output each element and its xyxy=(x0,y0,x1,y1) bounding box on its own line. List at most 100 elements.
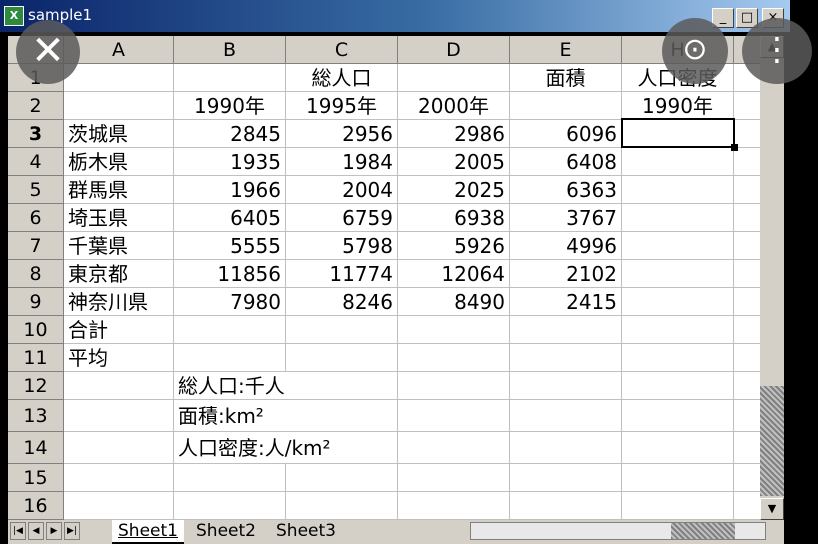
cell-x6[interactable] xyxy=(734,204,760,232)
cell-e2[interactable] xyxy=(510,92,622,120)
cell-x10[interactable] xyxy=(734,316,760,344)
cell-d3[interactable]: 2986 xyxy=(398,120,510,148)
fill-handle[interactable] xyxy=(731,144,738,151)
cell-c1[interactable]: 総人口 xyxy=(286,64,398,92)
cell-h7[interactable] xyxy=(622,232,734,260)
vertical-scroll-thumb[interactable] xyxy=(760,386,784,496)
cell-e14[interactable] xyxy=(510,432,622,464)
cell-a6[interactable]: 埼玉県 xyxy=(64,204,174,232)
cell-x15[interactable] xyxy=(734,464,760,492)
cell-h6[interactable] xyxy=(622,204,734,232)
cell-c15[interactable] xyxy=(286,464,398,492)
cell-x5[interactable] xyxy=(734,176,760,204)
cell-h11[interactable] xyxy=(622,344,734,372)
horizontal-scrollbar[interactable] xyxy=(470,522,766,540)
cell-c4[interactable]: 1984 xyxy=(286,148,398,176)
row-header-9[interactable]: 9 xyxy=(8,288,64,316)
selected-cell-h3[interactable] xyxy=(621,118,735,148)
next-sheet-icon[interactable]: ▶ xyxy=(46,522,62,540)
first-sheet-icon[interactable]: |◀ xyxy=(10,522,26,540)
cell-b15[interactable] xyxy=(174,464,286,492)
cell-x9[interactable] xyxy=(734,288,760,316)
cell-x14[interactable] xyxy=(734,432,760,464)
cell-d6[interactable]: 6938 xyxy=(398,204,510,232)
cell-h4[interactable] xyxy=(622,148,734,176)
cell-b4[interactable]: 1935 xyxy=(174,148,286,176)
tab-sheet1[interactable]: Sheet1 xyxy=(112,520,184,544)
cell-h13[interactable] xyxy=(622,400,734,432)
cell-a14[interactable] xyxy=(64,432,174,464)
cell-d1[interactable] xyxy=(398,64,510,92)
prev-sheet-icon[interactable]: ◀ xyxy=(28,522,44,540)
cell-x16[interactable] xyxy=(734,492,760,520)
cell-e10[interactable] xyxy=(510,316,622,344)
cell-b10[interactable] xyxy=(174,316,286,344)
cell-c5[interactable]: 2004 xyxy=(286,176,398,204)
cell-h5[interactable] xyxy=(622,176,734,204)
cell-c7[interactable]: 5798 xyxy=(286,232,398,260)
cell-b13[interactable]: 面積:km² xyxy=(174,400,286,432)
cell-h12[interactable] xyxy=(622,372,734,400)
cell-b9[interactable]: 7980 xyxy=(174,288,286,316)
cell-a13[interactable] xyxy=(64,400,174,432)
column-header-d[interactable]: D xyxy=(398,36,510,64)
row-header-11[interactable]: 11 xyxy=(8,344,64,372)
cell-d5[interactable]: 2025 xyxy=(398,176,510,204)
cell-e1[interactable]: 面積 xyxy=(510,64,622,92)
row-header-3[interactable]: 3 xyxy=(8,120,64,148)
cell-a9[interactable]: 神奈川県 xyxy=(64,288,174,316)
cell-c8[interactable]: 11774 xyxy=(286,260,398,288)
cell-h16[interactable] xyxy=(622,492,734,520)
horizontal-scroll-thumb[interactable] xyxy=(671,523,735,539)
scroll-down-arrow-icon[interactable]: ▼ xyxy=(760,498,784,520)
overlay-close-icon[interactable]: ✕ xyxy=(16,20,80,84)
cell-x12[interactable] xyxy=(734,372,760,400)
cell-b8[interactable]: 11856 xyxy=(174,260,286,288)
row-header-2[interactable]: 2 xyxy=(8,92,64,120)
column-header-e[interactable]: E xyxy=(510,36,622,64)
cell-d12[interactable] xyxy=(398,372,510,400)
cell-d15[interactable] xyxy=(398,464,510,492)
cell-c9[interactable]: 8246 xyxy=(286,288,398,316)
cell-c2[interactable]: 1995年 xyxy=(286,92,398,120)
cell-c3[interactable]: 2956 xyxy=(286,120,398,148)
cell-e3[interactable]: 6096 xyxy=(510,120,622,148)
cell-a15[interactable] xyxy=(64,464,174,492)
cell-x2[interactable] xyxy=(734,92,760,120)
cell-x13[interactable] xyxy=(734,400,760,432)
cell-x8[interactable] xyxy=(734,260,760,288)
cell-a10[interactable]: 合計 xyxy=(64,316,174,344)
cell-b11[interactable] xyxy=(174,344,286,372)
cell-x7[interactable] xyxy=(734,232,760,260)
last-sheet-icon[interactable]: ▶| xyxy=(64,522,80,540)
cell-d4[interactable]: 2005 xyxy=(398,148,510,176)
cell-a16[interactable] xyxy=(64,492,174,520)
cell-a4[interactable]: 栃木県 xyxy=(64,148,174,176)
cell-h10[interactable] xyxy=(622,316,734,344)
row-header-8[interactable]: 8 xyxy=(8,260,64,288)
cell-b6[interactable]: 6405 xyxy=(174,204,286,232)
cell-a1[interactable] xyxy=(64,64,174,92)
column-header-b[interactable]: B xyxy=(174,36,286,64)
cell-d11[interactable] xyxy=(398,344,510,372)
cell-d14[interactable] xyxy=(398,432,510,464)
row-header-14[interactable]: 14 xyxy=(8,432,64,464)
tab-sheet2[interactable]: Sheet2 xyxy=(190,520,262,542)
cell-x11[interactable] xyxy=(734,344,760,372)
cell-a2[interactable] xyxy=(64,92,174,120)
cell-a3[interactable]: 茨城県 xyxy=(64,120,174,148)
row-header-15[interactable]: 15 xyxy=(8,464,64,492)
cell-d9[interactable]: 8490 xyxy=(398,288,510,316)
cell-d10[interactable] xyxy=(398,316,510,344)
cell-c12[interactable] xyxy=(286,372,398,400)
cell-a8[interactable]: 東京都 xyxy=(64,260,174,288)
cell-e9[interactable]: 2415 xyxy=(510,288,622,316)
cell-b16[interactable] xyxy=(174,492,286,520)
cell-b3[interactable]: 2845 xyxy=(174,120,286,148)
tab-sheet3[interactable]: Sheet3 xyxy=(270,520,342,542)
cell-d7[interactable]: 5926 xyxy=(398,232,510,260)
column-header-c[interactable]: C xyxy=(286,36,398,64)
cell-c13[interactable] xyxy=(286,400,398,432)
cell-d8[interactable]: 12064 xyxy=(398,260,510,288)
row-header-10[interactable]: 10 xyxy=(8,316,64,344)
